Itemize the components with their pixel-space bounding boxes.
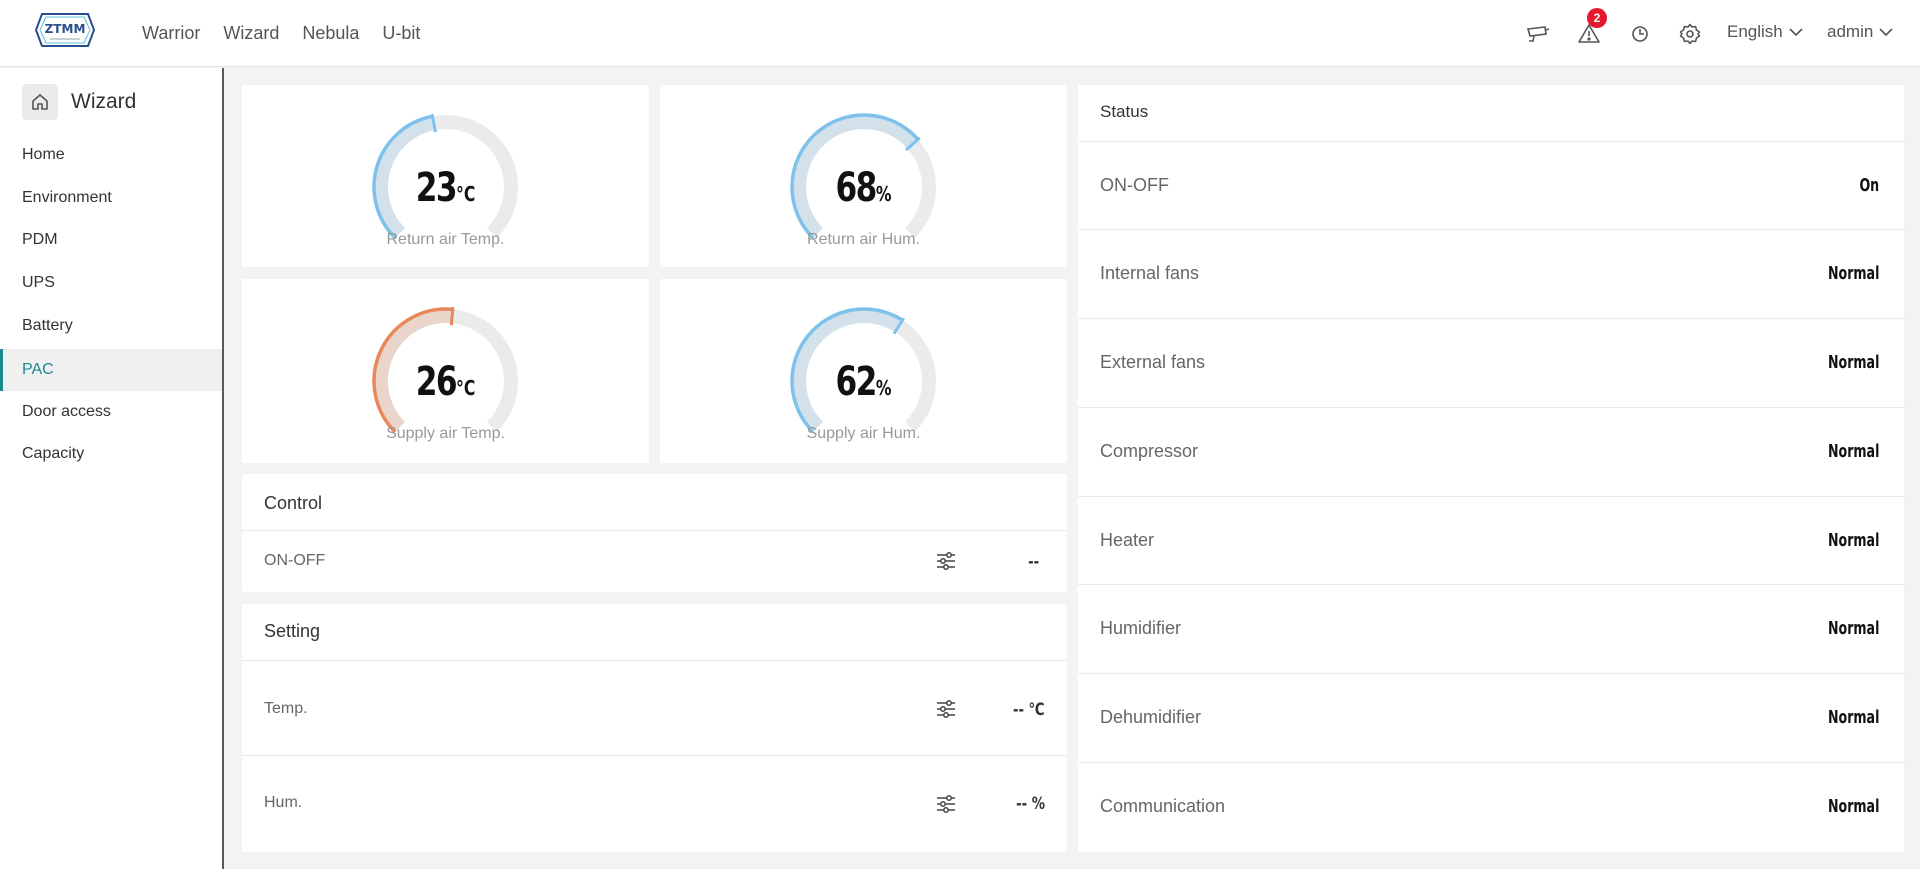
nav-item-nebula[interactable]: Nebula [302, 23, 359, 44]
status-label: Dehumidifier [1100, 707, 1202, 727]
status-value: Normal [1827, 796, 1879, 817]
gauge-card-return-air-temp: 23°C Return air Temp. [242, 85, 649, 267]
language-dropdown[interactable]: English [1727, 22, 1803, 42]
setting-title: Setting [264, 621, 321, 641]
setting-row-label-hum: Hum. [264, 794, 303, 811]
status-row: ON-OFF On [1078, 141, 1906, 230]
gauge-label: Return air Temp. [386, 231, 505, 248]
gauge-value: 26°C [415, 359, 476, 405]
status-title: Status [1100, 102, 1149, 121]
status-row: Compressor Normal [1078, 407, 1906, 496]
status-value: Normal [1827, 263, 1879, 284]
sidebar: Wizard Home Environment PDM UPS Battery … [0, 68, 224, 869]
sidebar-item-pdm[interactable]: PDM [0, 219, 222, 261]
status-row: Dehumidifier Normal [1078, 673, 1906, 762]
status-label: Heater [1100, 530, 1155, 550]
gauge-label: Return air Hum. [807, 231, 920, 248]
gauge-label: Supply air Temp. [386, 425, 505, 442]
status-row: Communication Normal [1078, 762, 1906, 851]
status-label: Communication [1100, 796, 1226, 816]
sidebar-header: Wizard [22, 84, 136, 120]
top-bar: ZTMM Warrior Wizard Nebula U-bit 2 Engli… [0, 0, 1920, 67]
status-label: Humidifier [1100, 618, 1182, 638]
setting-row-value-temp: -- ℃ [1013, 700, 1045, 720]
status-row: Internal fans Normal [1078, 229, 1906, 318]
control-card: Control ON-OFF -- [242, 474, 1067, 592]
divider [242, 660, 1067, 661]
status-row: Humidifier Normal [1078, 584, 1906, 673]
status-value: Normal [1827, 352, 1879, 373]
settings-sliders-icon[interactable] [935, 550, 957, 577]
sidebar-item-ups[interactable]: UPS [0, 262, 222, 304]
nav-item-warrior[interactable]: Warrior [142, 23, 200, 44]
status-label: Compressor [1100, 441, 1199, 461]
control-row-value: -- [1027, 552, 1039, 572]
gear-icon[interactable] [1678, 22, 1702, 46]
svg-text:ZTMM: ZTMM [45, 22, 86, 36]
setting-row-label-temp: Temp. [264, 700, 308, 717]
top-nav: Warrior Wizard Nebula U-bit [142, 0, 443, 67]
alert-count-badge: 2 [1587, 8, 1607, 28]
status-value: Normal [1827, 441, 1879, 462]
gauge-card-supply-air-temp: 26°C Supply air Temp. [242, 279, 649, 463]
sidebar-item-home[interactable]: Home [0, 134, 222, 176]
gauge-label: Supply air Hum. [806, 425, 921, 442]
setting-row-value-hum: -- % [1016, 794, 1045, 814]
sidebar-item-battery[interactable]: Battery [0, 305, 222, 347]
chevron-down-icon [1789, 28, 1803, 37]
settings-sliders-icon[interactable] [935, 698, 957, 725]
control-title: Control [264, 493, 323, 513]
status-row: External fans Normal [1078, 318, 1906, 407]
gauge-value: 23°C [415, 165, 476, 211]
sidebar-title: Wizard [71, 90, 137, 113]
status-value: Normal [1827, 530, 1879, 551]
logo[interactable]: ZTMM [34, 12, 96, 48]
control-row-label: ON-OFF [264, 552, 326, 569]
user-dropdown[interactable]: admin [1827, 22, 1893, 42]
nav-item-u-bit[interactable]: U-bit [382, 23, 420, 44]
language-label: English [1727, 22, 1783, 41]
status-value: Normal [1827, 618, 1879, 639]
user-label: admin [1827, 22, 1874, 41]
settings-sliders-icon[interactable] [935, 793, 957, 820]
sidebar-item-door-access[interactable]: Door access [0, 391, 222, 433]
status-label: ON-OFF [1100, 175, 1169, 195]
chevron-down-icon [1879, 28, 1893, 37]
gauge-value: 68% [835, 165, 892, 211]
camera-icon[interactable] [1526, 22, 1550, 46]
nav-item-wizard[interactable]: Wizard [223, 23, 279, 44]
status-label: External fans [1100, 352, 1206, 372]
home-icon[interactable] [22, 84, 58, 120]
gauge-card-supply-air-hum: 62% Supply air Hum. [660, 279, 1067, 463]
status-card: Status ON-OFF On Internal fans Normal Ex… [1078, 85, 1906, 852]
sidebar-item-capacity[interactable]: Capacity [0, 433, 222, 475]
sidebar-item-pac[interactable]: PAC [0, 349, 222, 391]
divider [242, 530, 1067, 531]
gauge-card-return-air-hum: 68% Return air Hum. [660, 85, 1067, 267]
status-value: On [1859, 175, 1879, 196]
setting-card: Setting Temp. -- ℃ Hum. -- % [242, 604, 1067, 852]
gauge-value: 62% [835, 359, 892, 405]
status-row: Heater Normal [1078, 496, 1906, 585]
divider [242, 755, 1067, 756]
sidebar-item-environment[interactable]: Environment [0, 177, 222, 219]
clock-icon[interactable] [1628, 22, 1652, 46]
status-label: Internal fans [1100, 263, 1200, 283]
status-value: Normal [1827, 707, 1879, 728]
